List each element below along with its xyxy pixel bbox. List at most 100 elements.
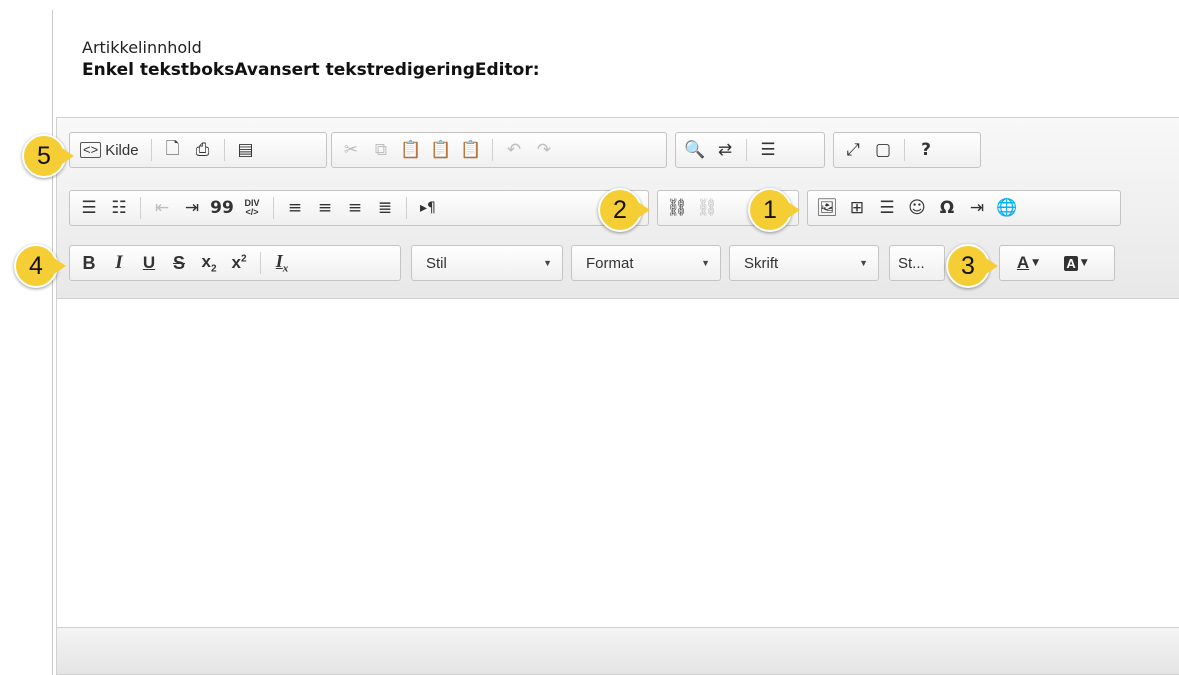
bulleted-list-button[interactable]: ☷ (104, 193, 134, 223)
size-combo[interactable]: St... (889, 245, 945, 281)
smiley-button[interactable]: ☺ (902, 193, 932, 223)
iframe-button[interactable]: 🌐 (992, 193, 1022, 223)
page-break-icon: ⇥ (969, 198, 985, 218)
find-button[interactable]: 🔍 (680, 135, 710, 165)
show-blocks-button[interactable]: ▢ (868, 135, 898, 165)
format-combo[interactable]: Format ▼ (571, 245, 721, 281)
copy-button[interactable]: ⧉ (366, 135, 396, 165)
cut-icon: ✂ (343, 140, 359, 160)
numbered-list-button[interactable]: ☰ (74, 193, 104, 223)
separator (140, 197, 141, 219)
align-center-icon: ≡ (317, 198, 333, 218)
source-button[interactable]: <> Kilde (74, 135, 145, 165)
unlink-button[interactable]: ⛓ (692, 193, 722, 223)
print-button[interactable]: ⎙ (188, 135, 218, 165)
callout-marker: 1 (748, 188, 800, 232)
link-icon: ⛓ (666, 198, 688, 218)
link-button[interactable]: ⛓ (662, 193, 692, 223)
superscript-sup: 2 (240, 253, 247, 265)
outdent-button[interactable]: ⇤ (147, 193, 177, 223)
separator (273, 197, 274, 219)
callout-marker: 2 (598, 188, 650, 232)
preview-icon: 🗋 (165, 138, 180, 159)
separator (492, 139, 493, 161)
superscript-button[interactable]: x2 (224, 248, 254, 278)
help-icon: ? (921, 140, 931, 160)
div-icon: DIV </> (244, 199, 259, 217)
chevron-down-icon: ▼ (543, 258, 552, 268)
editor-content-area[interactable] (57, 299, 1179, 625)
background-color-button[interactable]: A ▼ (1052, 248, 1100, 278)
special-char-icon: Ω (939, 198, 955, 218)
blockquote-button[interactable]: 99 (207, 193, 237, 223)
source-icon: <> (80, 142, 102, 158)
numbered-list-icon: ☰ (81, 198, 97, 218)
remove-format-button[interactable]: Ix (267, 248, 297, 278)
paste-text-icon: 📋 (430, 140, 452, 160)
paste-text-button[interactable]: 📋 (426, 135, 456, 165)
redo-button[interactable]: ↷ (529, 135, 559, 165)
table-button[interactable]: ⊞ (842, 193, 872, 223)
globe-icon: 🌐 (996, 198, 1018, 218)
align-right-button[interactable]: ≡ (340, 193, 370, 223)
underline-button[interactable]: U (134, 248, 164, 278)
editor-status-bar (57, 627, 1179, 674)
indent-button[interactable]: ⇥ (177, 193, 207, 223)
remove-format-sub: x (282, 262, 289, 275)
separator (260, 252, 261, 274)
strikethrough-button[interactable]: S (164, 248, 194, 278)
text-color-icon: A (1016, 253, 1030, 272)
italic-button[interactable]: I (104, 248, 134, 278)
cut-button[interactable]: ✂ (336, 135, 366, 165)
text-color-button[interactable]: A ▼ (1004, 248, 1052, 278)
page-break-button[interactable]: ⇥ (962, 193, 992, 223)
blockquote-icon: 99 (210, 198, 234, 218)
bold-button[interactable]: B (74, 248, 104, 278)
toolbar-group-basicstyles: B I U S x2 x2 Ix (69, 245, 401, 281)
justify-button[interactable]: ≣ (370, 193, 400, 223)
print-icon: ⎙ (195, 140, 210, 160)
replace-button[interactable]: ⇄ (710, 135, 740, 165)
table-icon: ⊞ (849, 198, 865, 218)
smiley-icon: ☺ (908, 198, 926, 218)
subscript-icon: x2 (201, 252, 216, 274)
horizontal-line-button[interactable]: ☰ (872, 193, 902, 223)
size-combo-label: St... (898, 254, 925, 272)
preview-button[interactable]: 🗋 (158, 135, 188, 165)
separator (150, 139, 152, 161)
image-button[interactable]: 🖼 (812, 193, 842, 223)
help-button[interactable]: ? (911, 135, 941, 165)
subscript-button[interactable]: x2 (194, 248, 224, 278)
div-container-button[interactable]: DIV </> (237, 193, 267, 223)
superscript-icon: x2 (231, 253, 246, 273)
justify-icon: ≣ (377, 198, 393, 218)
font-combo[interactable]: Skrift ▼ (729, 245, 879, 281)
paste-button[interactable]: 📋 (396, 135, 426, 165)
align-right-icon: ≡ (347, 198, 363, 218)
remove-format-icon: Ix (276, 251, 289, 275)
paste-word-button[interactable]: 📋 (456, 135, 486, 165)
separator (746, 139, 747, 161)
outdent-icon: ⇤ (154, 198, 170, 218)
replace-icon: ⇄ (717, 140, 733, 160)
left-divider (52, 10, 53, 675)
spellcheck-button[interactable]: ☰ (753, 135, 783, 165)
style-combo[interactable]: Stil ▼ (411, 245, 563, 281)
templates-button[interactable]: ▤ (231, 135, 261, 165)
toolbar-group-insert: 🖼 ⊞ ☰ ☺ Ω ⇥ 🌐 (807, 190, 1121, 226)
redo-icon: ↷ (536, 140, 552, 160)
maximize-button[interactable]: ⤢ (838, 135, 868, 165)
align-left-button[interactable]: ≡ (280, 193, 310, 223)
toolbar-group-editing: 🔍 ⇄ ☰ (675, 132, 825, 168)
toolbar-group-colors: A ▼ A ▼ (999, 245, 1115, 281)
special-char-button[interactable]: Ω (932, 193, 962, 223)
image-icon: 🖼 (816, 198, 838, 218)
text-direction-ltr-button[interactable]: ▸¶ (413, 193, 443, 223)
align-center-button[interactable]: ≡ (310, 193, 340, 223)
copy-icon: ⧉ (374, 140, 388, 160)
callout-marker: 5 (22, 134, 74, 178)
show-blocks-icon: ▢ (874, 140, 892, 160)
subscript-sub: 2 (210, 263, 217, 275)
chevron-down-icon: ▼ (859, 258, 868, 268)
undo-button[interactable]: ↶ (499, 135, 529, 165)
